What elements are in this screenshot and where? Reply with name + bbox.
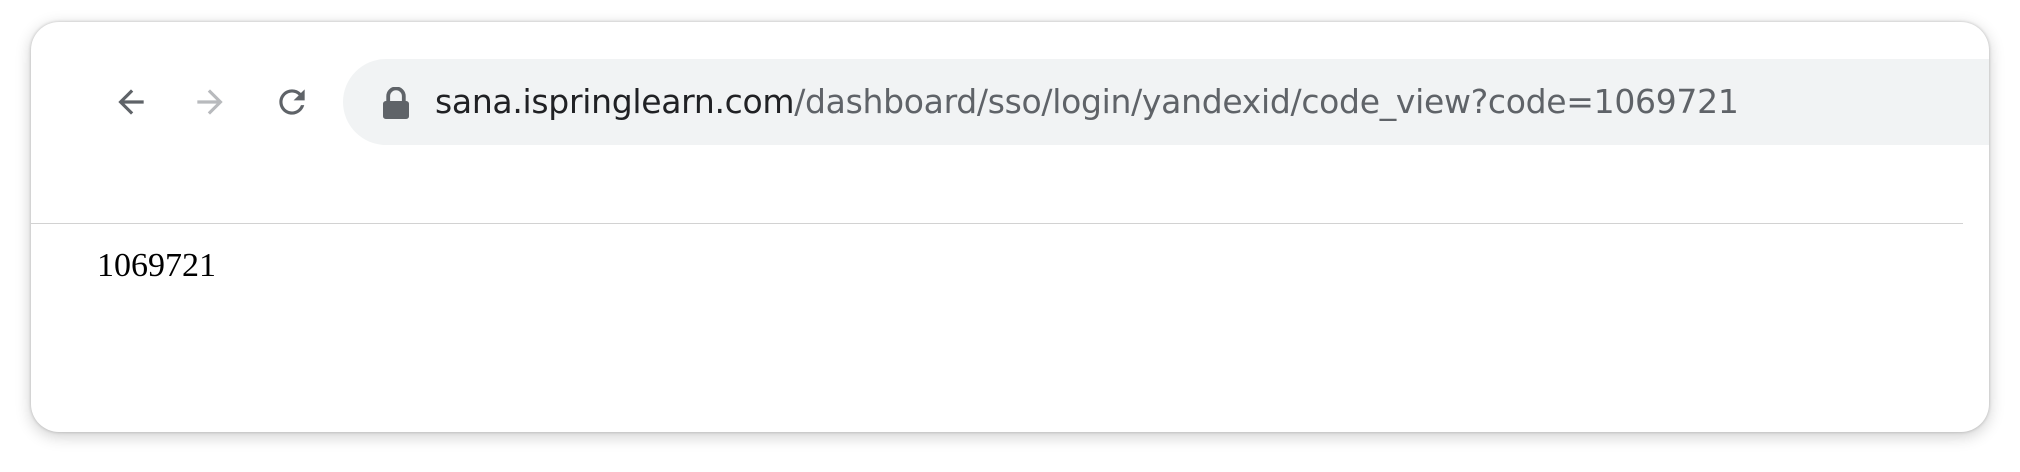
forward-button[interactable]: [184, 76, 236, 128]
reload-icon: [279, 89, 305, 115]
url-host: sana.ispringlearn.com: [435, 82, 795, 121]
url-path: /dashboard/sso/login/yandexid/code_view?…: [794, 82, 1739, 121]
arrow-left-icon: [118, 89, 144, 115]
arrow-right-icon: [197, 89, 223, 115]
lock-icon[interactable]: [381, 87, 411, 119]
browser-window: sana.ispringlearn.com/dashboard/sso/logi…: [31, 22, 1989, 432]
browser-toolbar: sana.ispringlearn.com/dashboard/sso/logi…: [31, 22, 1989, 145]
address-bar[interactable]: sana.ispringlearn.com/dashboard/sso/logi…: [343, 59, 1989, 145]
page-body-text: 1069721: [97, 247, 216, 284]
url-text[interactable]: sana.ispringlearn.com/dashboard/sso/logi…: [435, 81, 1739, 123]
reload-button[interactable]: [266, 76, 318, 128]
back-button[interactable]: [105, 76, 157, 128]
toolbar-divider: [31, 223, 1963, 224]
